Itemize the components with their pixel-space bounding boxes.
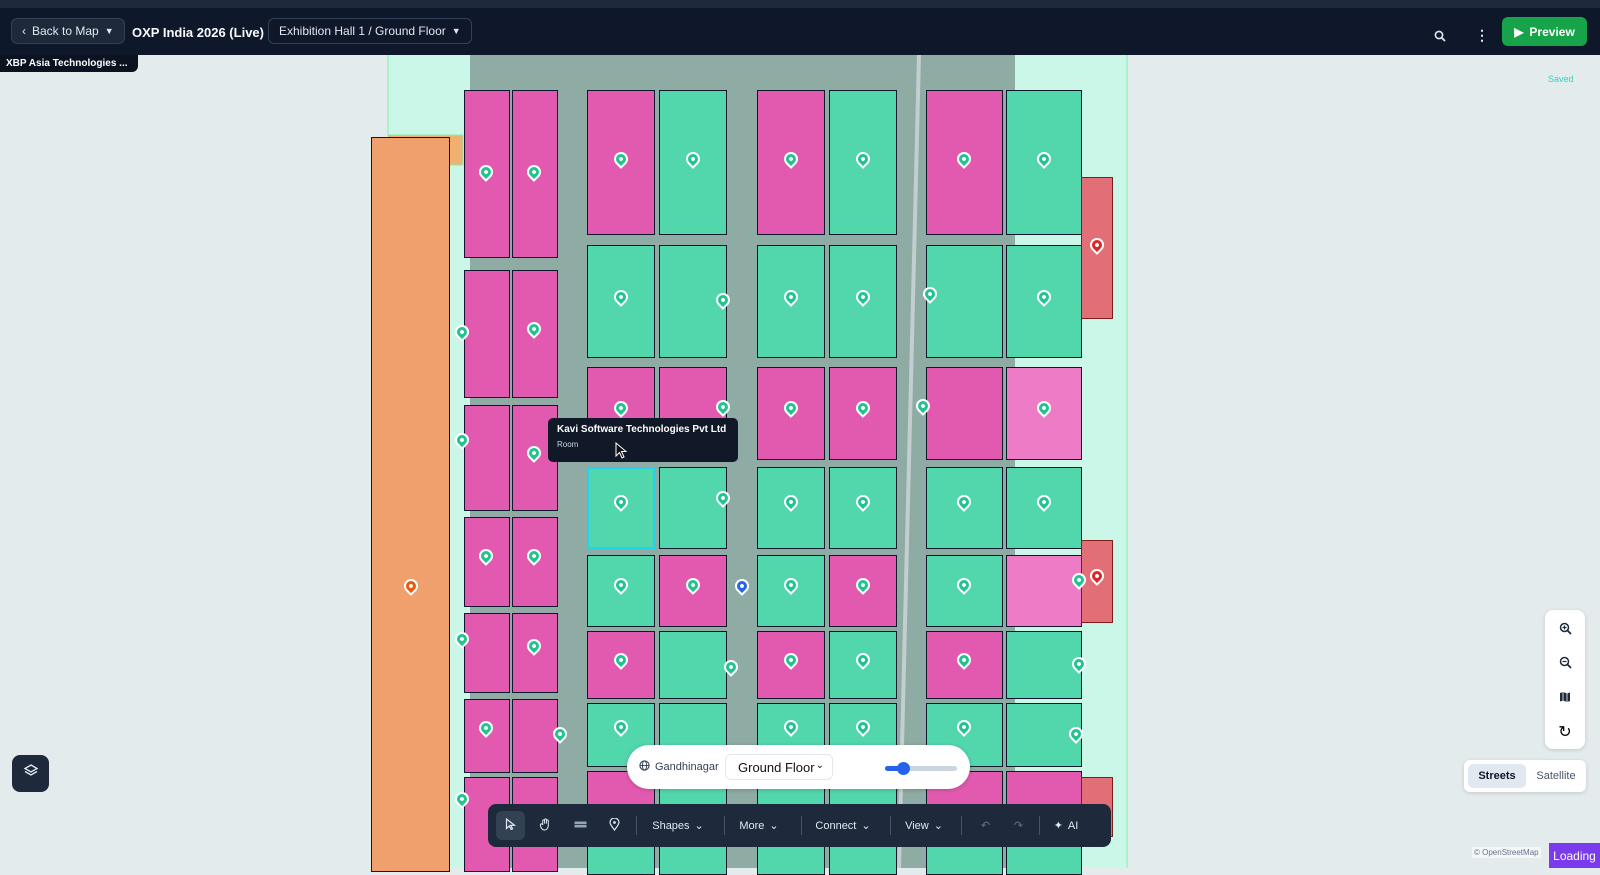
chevron-down-icon: ⌄ xyxy=(933,820,943,832)
chevron-left-icon: ‹ xyxy=(22,24,26,38)
location-label: Gandhinagar xyxy=(655,761,719,773)
connect-menu[interactable]: Connect ⌄ xyxy=(811,811,875,840)
toolbar-divider xyxy=(636,816,637,835)
cursor-icon xyxy=(615,441,628,464)
toolbar-divider xyxy=(961,816,962,835)
save-status: Saved xyxy=(1548,74,1574,84)
pan-tool[interactable] xyxy=(531,811,560,840)
shapes-menu[interactable]: Shapes ⌄ xyxy=(648,811,708,840)
preview-label: Preview xyxy=(1529,24,1575,39)
booth[interactable] xyxy=(659,467,727,549)
zoom-out-button[interactable] xyxy=(1556,656,1574,674)
chevron-down-icon: ⌄ xyxy=(861,820,871,832)
toolbar-divider xyxy=(1039,816,1040,835)
loading-indicator: Loading xyxy=(1549,843,1600,868)
zoom-in-button[interactable] xyxy=(1556,622,1574,640)
connect-label: Connect xyxy=(815,819,857,832)
chevron-down-icon: ⌄ xyxy=(769,820,779,832)
floor-control-bar: Gandhinagar Ground Floor ⌄ xyxy=(627,745,970,789)
booth[interactable] xyxy=(926,245,1003,358)
booth[interactable] xyxy=(371,137,450,872)
opacity-slider[interactable] xyxy=(885,762,957,775)
booth[interactable] xyxy=(926,367,1003,460)
cursor-arrow-icon xyxy=(505,817,517,833)
toolbar-divider xyxy=(890,816,891,835)
opacity-slider-thumb[interactable] xyxy=(897,762,910,775)
search-icon[interactable] xyxy=(1434,29,1446,47)
toolbar-divider xyxy=(801,816,802,835)
booth[interactable] xyxy=(512,699,558,773)
more-menu[interactable]: More ⌄ xyxy=(734,811,784,840)
zoom-in-icon xyxy=(1559,622,1572,640)
redo-icon: ↷ xyxy=(1013,820,1024,832)
drawing-toolbar: Shapes ⌄ More ⌄ Connect ⌄ View ⌄ ↶ ↷ ✦ A… xyxy=(488,804,1111,847)
fit-map-button[interactable] xyxy=(1556,690,1574,708)
tooltip-title: Kavi Software Technologies Pvt Ltd xyxy=(557,424,727,435)
layers-icon xyxy=(23,763,39,784)
ai-button[interactable]: ✦ AI xyxy=(1048,811,1084,840)
chevron-down-icon: ⌄ xyxy=(815,760,824,771)
rotate-icon: ↻ xyxy=(1558,724,1572,741)
back-label: Back to Map xyxy=(32,24,99,38)
booth[interactable] xyxy=(464,613,510,693)
redo-button[interactable]: ↷ xyxy=(1004,811,1033,840)
streets-button[interactable]: Streets xyxy=(1468,764,1526,788)
map-icon xyxy=(1559,690,1571,708)
booth[interactable] xyxy=(1006,631,1082,699)
view-label: View xyxy=(905,819,929,832)
hand-icon xyxy=(539,817,552,834)
caret-down-icon: ▼ xyxy=(104,26,114,36)
wall-tool[interactable] xyxy=(566,811,595,840)
booth-tooltip: Kavi Software Technologies Pvt Ltd Room xyxy=(548,418,738,462)
booth[interactable] xyxy=(659,631,727,699)
floor-selector-label: Exhibition Hall 1 / Ground Floor xyxy=(279,24,446,38)
back-to-map-button[interactable]: ‹ Back to Map ▼ xyxy=(11,18,125,44)
more-vertical-icon[interactable]: ⋮ xyxy=(1475,28,1489,42)
play-icon: ▶ xyxy=(1514,24,1524,39)
floor-selector[interactable]: Exhibition Hall 1 / Ground Floor ▼ xyxy=(268,18,472,44)
map-attribution[interactable]: © OpenStreetMap xyxy=(1472,847,1541,858)
undo-icon: ↶ xyxy=(980,820,991,832)
basemap-toggle: Streets Satellite xyxy=(1464,760,1586,792)
caret-down-icon: ▼ xyxy=(451,26,461,36)
preview-button[interactable]: ▶ Preview xyxy=(1502,17,1587,46)
booth[interactable] xyxy=(464,405,510,511)
tooltip-type: Room xyxy=(557,440,579,449)
booth[interactable] xyxy=(464,270,510,398)
wall-icon xyxy=(574,820,587,832)
globe-icon xyxy=(639,760,650,774)
satellite-button[interactable]: Satellite xyxy=(1530,764,1582,788)
more-label: More xyxy=(739,819,765,832)
selected-item-chip[interactable]: XBP Asia Technologies ... xyxy=(0,55,138,72)
pin-tool[interactable] xyxy=(600,811,629,840)
shapes-label: Shapes xyxy=(652,819,690,832)
undo-button[interactable]: ↶ xyxy=(971,811,1000,840)
chevron-down-icon: ⌄ xyxy=(694,820,704,832)
zoom-out-icon xyxy=(1559,656,1572,674)
booth[interactable] xyxy=(1006,555,1082,627)
reset-view-button[interactable]: ↻ xyxy=(1556,723,1574,741)
sparkle-icon: ✦ xyxy=(1053,820,1063,832)
map-pin-outline-icon xyxy=(609,816,620,834)
ai-label: AI xyxy=(1067,819,1079,832)
select-tool[interactable] xyxy=(496,811,525,840)
floor-dropdown-value: Ground Floor xyxy=(738,759,815,775)
map-controls: ↻ xyxy=(1545,610,1585,749)
layers-button[interactable] xyxy=(12,755,49,792)
floor-dropdown[interactable]: Ground Floor ⌄ xyxy=(725,754,833,780)
toolbar-divider xyxy=(724,816,725,835)
top-bar: ‹ Back to Map ▼ OXP India 2026 (Live) Ex… xyxy=(0,0,1600,55)
page-title: OXP India 2026 (Live) xyxy=(132,25,264,40)
view-menu[interactable]: View ⌄ xyxy=(900,811,948,840)
location-control[interactable]: Gandhinagar xyxy=(639,760,719,774)
